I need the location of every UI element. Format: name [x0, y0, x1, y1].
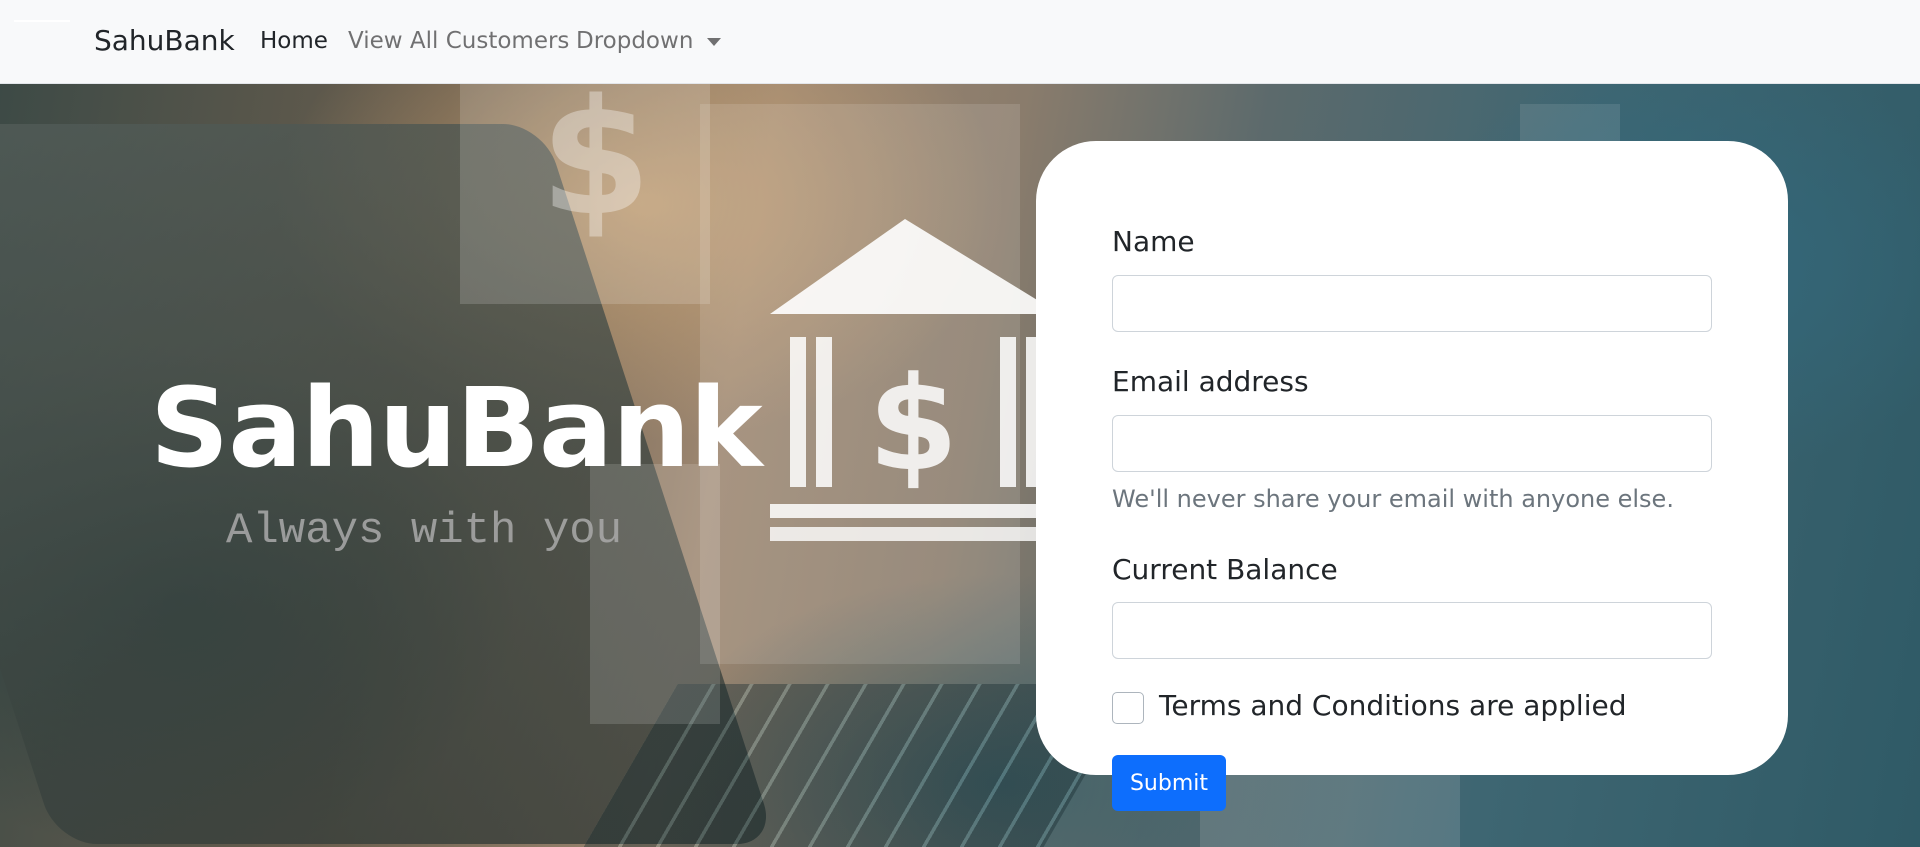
- glass-panel: [590, 464, 720, 724]
- email-input[interactable]: [1112, 415, 1712, 472]
- navbar-toggler[interactable]: [14, 20, 70, 22]
- customer-form: Name Email address We'll never share you…: [1036, 141, 1788, 775]
- hero-subtitle: Always with you: [226, 506, 623, 556]
- dollar-icon: $: [540, 84, 652, 251]
- terms-checkbox[interactable]: [1112, 692, 1144, 724]
- email-help-text: We'll never share your email with anyone…: [1112, 485, 1674, 513]
- name-input[interactable]: [1112, 275, 1712, 332]
- terms-label[interactable]: Terms and Conditions are applied: [1159, 689, 1626, 722]
- navbar: SahuBank Home View All Customers Dropdow…: [0, 0, 1920, 84]
- hero-title: SahuBank: [150, 364, 763, 492]
- current-balance-input[interactable]: [1112, 602, 1712, 659]
- name-label: Name: [1112, 225, 1195, 258]
- dropdown-label: Dropdown: [576, 28, 694, 54]
- current-balance-label: Current Balance: [1112, 553, 1338, 586]
- email-label: Email address: [1112, 365, 1309, 398]
- svg-text:$: $: [868, 348, 958, 500]
- bank-icon: $: [770, 219, 1060, 541]
- nav-link-dropdown[interactable]: Dropdown: [576, 28, 722, 54]
- nav-link-view-all-customers[interactable]: View All Customers: [348, 28, 569, 54]
- glass-panel: [1200, 764, 1460, 847]
- nav-link-home[interactable]: Home: [260, 28, 328, 54]
- caret-down-icon: [707, 37, 722, 46]
- submit-button[interactable]: Submit: [1112, 755, 1226, 811]
- navbar-brand[interactable]: SahuBank: [94, 24, 235, 57]
